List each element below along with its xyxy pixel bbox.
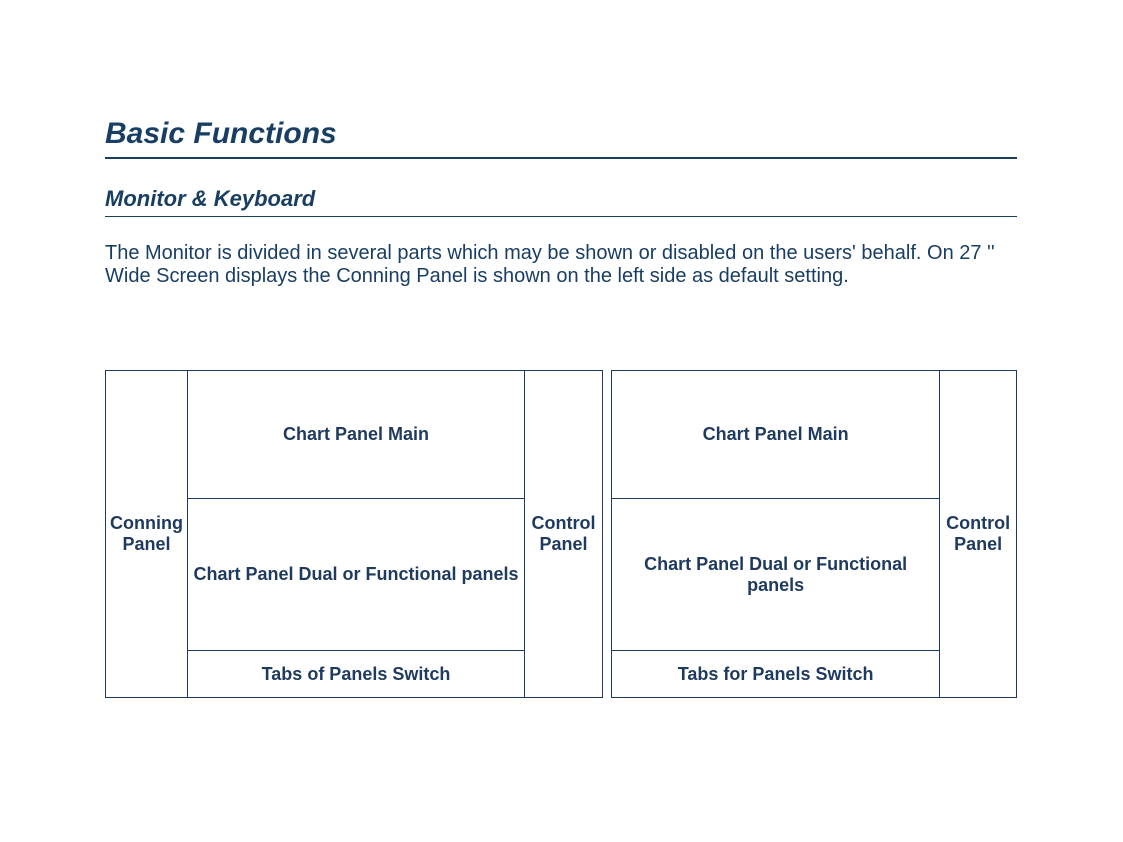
- tabs-switch-cell: Tabs of Panels Switch: [188, 651, 524, 697]
- page-title: Basic Functions: [105, 117, 1017, 159]
- control-panel-cell: Control Panel: [939, 371, 1016, 697]
- page: Basic Functions Monitor & Keyboard The M…: [0, 0, 1123, 842]
- chart-panel-main-cell: Chart Panel Main: [612, 371, 939, 499]
- layout-center-stack: Chart Panel Main Chart Panel Dual or Fun…: [188, 371, 524, 697]
- chart-panel-main-cell: Chart Panel Main: [188, 371, 524, 499]
- tabs-switch-cell: Tabs for Panels Switch: [612, 651, 939, 697]
- layout-center-stack: Chart Panel Main Chart Panel Dual or Fun…: [612, 371, 939, 697]
- control-panel-cell: Control Panel: [524, 371, 602, 697]
- chart-panel-dual-cell: Chart Panel Dual or Functional panels: [188, 499, 524, 651]
- layout-diagram: Conning Panel Chart Panel Main Chart Pan…: [105, 370, 1017, 698]
- chart-panel-dual-cell: Chart Panel Dual or Functional panels: [612, 499, 939, 651]
- layout-standard: Chart Panel Main Chart Panel Dual or Fun…: [611, 370, 1017, 698]
- section-subtitle: Monitor & Keyboard: [105, 186, 1017, 217]
- layout-widescreen: Conning Panel Chart Panel Main Chart Pan…: [105, 370, 603, 698]
- body-paragraph: The Monitor is divided in several parts …: [105, 242, 1017, 288]
- conning-panel-cell: Conning Panel: [106, 371, 188, 697]
